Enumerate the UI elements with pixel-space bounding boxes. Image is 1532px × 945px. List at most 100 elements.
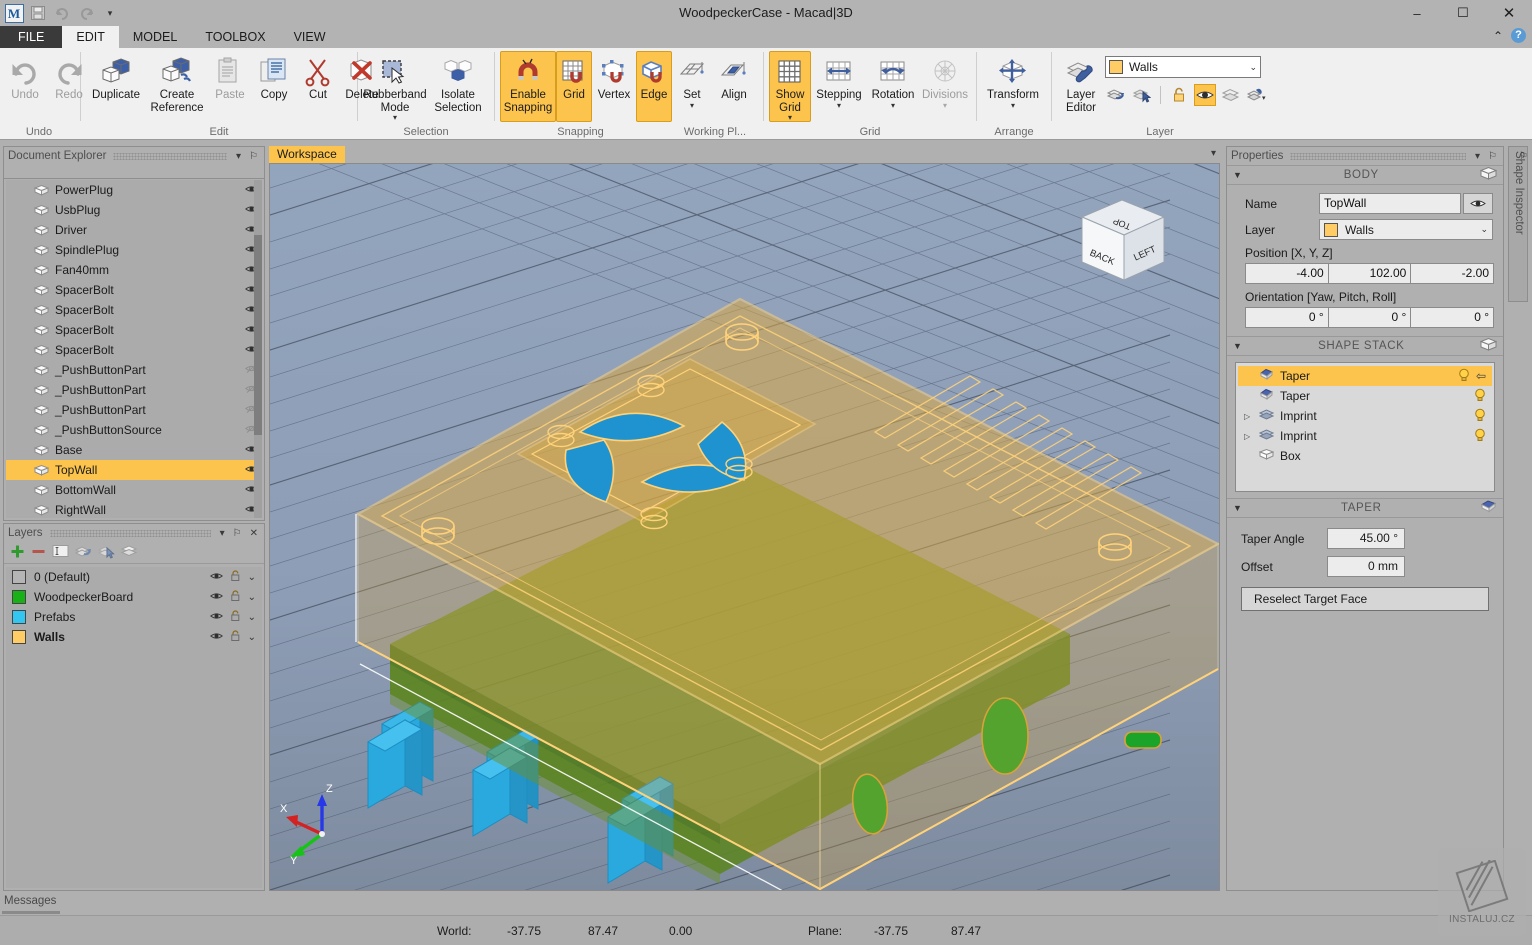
bulb-icon[interactable] [1474, 388, 1486, 405]
chevron-down-icon[interactable]: ▾ [690, 101, 694, 109]
chevron-down-icon[interactable]: ⌄ [248, 592, 256, 603]
chevron-down-icon[interactable]: ⌄ [248, 612, 256, 623]
add-layer-icon[interactable] [10, 544, 25, 562]
isolate-layer-icon[interactable] [1220, 84, 1242, 106]
lock-icon[interactable] [230, 629, 241, 645]
list-item[interactable]: SpacerBolt [6, 280, 262, 300]
tab-edit[interactable]: EDIT [62, 26, 119, 48]
save-icon[interactable] [28, 3, 48, 23]
position-y-input[interactable]: 102.00 [1327, 263, 1412, 284]
close-icon[interactable]: ✕ [248, 528, 260, 539]
layer-settings-icon[interactable]: ▾ [1246, 84, 1268, 106]
chevron-down-icon[interactable]: ▼ [1233, 170, 1243, 180]
shape-inspector-tab[interactable]: Shape Inspector [1508, 146, 1528, 302]
cut-button[interactable]: Cut [296, 51, 340, 122]
bulb-icon[interactable] [1474, 408, 1486, 425]
quick-access-more-icon[interactable]: ▾ [100, 3, 120, 23]
layer-row-walls[interactable]: Walls ⌄ [6, 627, 262, 647]
lock-icon[interactable] [230, 589, 241, 605]
undo-button[interactable]: Undo [3, 51, 47, 122]
rubberband-mode-button[interactable]: Rubberband Mode ▾ [363, 51, 427, 122]
collapse-ribbon-icon[interactable]: ⌃ [1493, 29, 1503, 43]
select-layer-icon[interactable] [1131, 84, 1153, 106]
snap-grid-button[interactable]: Grid [556, 51, 592, 122]
chevron-down-icon[interactable]: ▾ [943, 101, 947, 109]
pin-icon[interactable]: ⚐ [1519, 151, 1528, 162]
show-grid-button[interactable]: Show Grid ▾ [769, 51, 811, 122]
rename-layer-icon[interactable] [52, 544, 69, 561]
document-explorer-list[interactable]: PowerPlug UsbPlug Driver SpindlePlug Fan… [6, 180, 262, 518]
select-layer-icon[interactable] [97, 544, 115, 562]
viewport-3d[interactable]: TOP BACK LEFT Z X Y [269, 163, 1220, 891]
tab-workspace[interactable]: Workspace [269, 146, 345, 163]
enable-snapping-button[interactable]: Enable Snapping [500, 51, 556, 122]
taper-offset-input[interactable]: 0 mm [1327, 556, 1405, 577]
chevron-down-icon[interactable]: ⌄ [248, 572, 256, 583]
chevron-down-icon[interactable]: ▾ [393, 114, 397, 122]
layer-editor-button[interactable]: Layer Editor [1057, 51, 1105, 122]
chevron-down-icon[interactable]: ▾ [218, 528, 227, 539]
drag-handle[interactable] [113, 152, 227, 160]
shape-stack-header[interactable]: ▼ SHAPE STACK [1227, 336, 1503, 356]
list-item[interactable]: _PushButtonSource [6, 420, 262, 440]
workplane-set-button[interactable]: Set ▾ [672, 51, 712, 122]
pin-icon[interactable]: ⚐ [231, 528, 244, 539]
tab-file[interactable]: FILE [0, 26, 63, 48]
visibility-toggle-button[interactable] [1463, 193, 1493, 214]
position-x-input[interactable]: -4.00 [1245, 263, 1329, 284]
shape-stack-row-taper[interactable]: Taper [1238, 386, 1492, 406]
workplane-align-button[interactable]: Align [712, 51, 756, 122]
orientation-yaw-input[interactable]: 0 ° [1245, 307, 1329, 328]
bulb-icon[interactable] [1474, 428, 1486, 445]
shape-stack-list[interactable]: Taper ⇦ Taper ▷ Imprint ▷ Imprint Box [1235, 362, 1495, 492]
pin-icon[interactable]: ⚐ [247, 151, 260, 162]
list-item[interactable]: _PushButtonPart [6, 400, 262, 420]
lock-icon[interactable] [230, 569, 241, 585]
remove-layer-icon[interactable] [31, 544, 46, 562]
chevron-down-icon[interactable]: ⌄ [248, 632, 256, 643]
shape-stack-row-imprint[interactable]: ▷ Imprint [1238, 406, 1492, 426]
list-item[interactable]: Driver [6, 220, 262, 240]
list-item[interactable]: RightWall [6, 500, 262, 518]
viewport-canvas[interactable]: TOP BACK LEFT Z X Y [270, 164, 1219, 890]
chevron-down-icon[interactable]: ▼ [1233, 503, 1243, 513]
lock-icon[interactable] [230, 609, 241, 625]
position-z-input[interactable]: -2.00 [1410, 263, 1495, 284]
layer-row[interactable]: Prefabs ⌄ [6, 607, 262, 627]
pin-icon[interactable]: ⚐ [1486, 151, 1499, 162]
close-button[interactable]: ✕ [1486, 0, 1532, 26]
list-item[interactable]: BottomWall [6, 480, 262, 500]
list-item[interactable]: Base [6, 440, 262, 460]
snap-vertex-button[interactable]: Vertex [592, 51, 636, 122]
merge-layers-icon[interactable] [120, 544, 138, 561]
list-item[interactable]: SpacerBolt [6, 300, 262, 320]
copy-button[interactable]: Copy [252, 51, 296, 122]
body-section-header[interactable]: ▼ BODY [1227, 165, 1503, 185]
list-item[interactable]: SpacerBolt [6, 340, 262, 360]
reselect-target-face-button[interactable]: Reselect Target Face [1241, 587, 1489, 611]
chevron-down-icon[interactable]: ▾ [788, 114, 792, 122]
taper-section-header[interactable]: ▼ TAPER [1227, 498, 1503, 518]
minimize-button[interactable]: – [1394, 0, 1440, 26]
list-item[interactable]: PowerPlug [6, 180, 262, 200]
move-to-layer-icon[interactable] [1105, 84, 1127, 106]
list-item-topwall[interactable]: TopWall [6, 460, 262, 480]
chevron-down-icon[interactable]: ▾ [891, 101, 895, 109]
visibility-icon[interactable] [209, 610, 223, 624]
scrollbar-thumb[interactable] [254, 235, 262, 435]
divisions-button[interactable]: Divisions ▾ [919, 51, 971, 122]
move-to-layer-icon[interactable] [74, 544, 92, 562]
expander-icon[interactable]: ▷ [1244, 412, 1253, 421]
active-layer-combo[interactable]: Walls ⌄ [1105, 56, 1261, 78]
help-icon[interactable]: ? [1511, 28, 1526, 43]
layer-color-swatch[interactable] [12, 610, 26, 624]
document-explorer-scrollbar[interactable] [254, 180, 262, 518]
tab-model[interactable]: MODEL [119, 26, 191, 48]
transform-button[interactable]: Transform ▾ [982, 51, 1044, 122]
visibility-icon[interactable] [209, 590, 223, 604]
shape-stack-row-taper-selected[interactable]: Taper ⇦ [1238, 366, 1492, 386]
list-item[interactable]: Fan40mm [6, 260, 262, 280]
chevron-down-icon[interactable]: ▾ [1473, 151, 1482, 162]
stepping-button[interactable]: Stepping ▾ [811, 51, 867, 122]
list-item[interactable]: SpacerBolt [6, 320, 262, 340]
